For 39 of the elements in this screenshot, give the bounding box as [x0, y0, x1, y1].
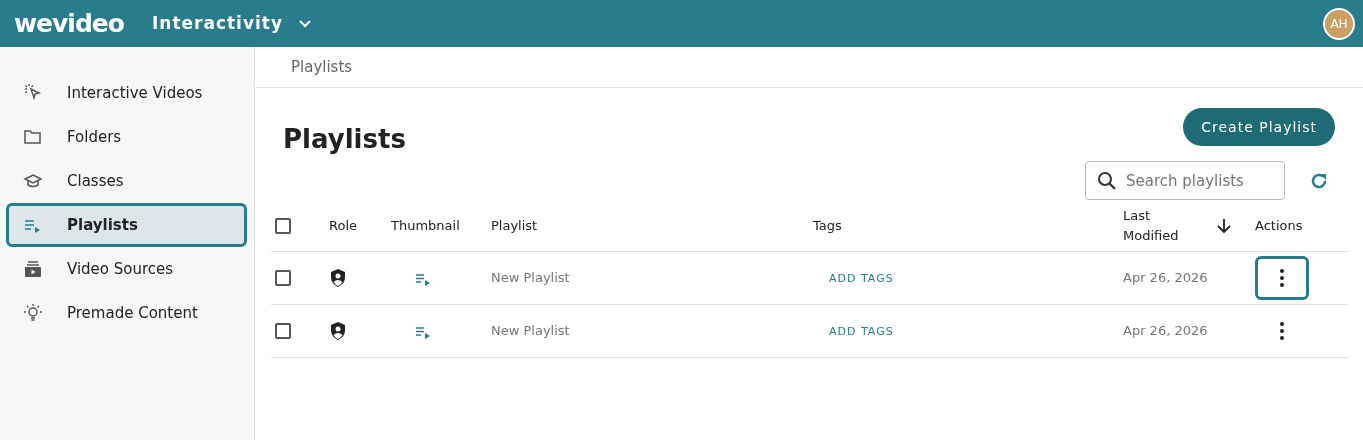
tags-header: Tags: [813, 217, 842, 233]
date-text: Apr 26, 2026: [1123, 270, 1208, 286]
playlist-header: Playlist: [491, 217, 538, 233]
sidebar-item[interactable]: Video Sources: [6, 247, 247, 291]
more-icon: [1280, 269, 1284, 288]
folder-icon: [23, 127, 43, 147]
sort-arrow-icon[interactable]: [1217, 217, 1231, 234]
page-title: Playlists: [283, 124, 406, 156]
sidebar-item[interactable]: Interactive Videos: [6, 71, 247, 115]
playlist-name[interactable]: New Playlist: [491, 270, 570, 286]
app-switcher[interactable]: Interactivity: [145, 9, 318, 38]
more-icon: [1280, 322, 1284, 341]
logo[interactable]: wevideo: [8, 4, 130, 43]
last-modified-header[interactable]: Last Modified: [1123, 206, 1193, 246]
row-checkbox[interactable]: [275, 323, 291, 340]
create-playlist-button[interactable]: Create Playlist: [1183, 108, 1335, 146]
more-actions-button[interactable]: [1255, 256, 1309, 301]
sidebar-item[interactable]: Premade Content: [6, 291, 247, 335]
sidebar-item[interactable]: Classes: [6, 159, 247, 203]
search-field[interactable]: Search playlists: [1085, 161, 1285, 201]
actions-header: Actions: [1255, 217, 1303, 233]
video-stack-icon: [23, 259, 43, 279]
breadcrumb[interactable]: Playlists: [291, 55, 353, 79]
shield-user-icon: [329, 321, 347, 342]
add-tags-link[interactable]: ADD TAGS: [829, 324, 894, 341]
add-tags-link[interactable]: ADD TAGS: [829, 271, 894, 288]
playlist-icon: [415, 324, 431, 339]
lightbulb-icon: [23, 303, 43, 323]
select-all-checkbox[interactable]: [275, 217, 291, 234]
chevron-icon: [299, 19, 312, 28]
row-checkbox[interactable]: [275, 270, 291, 287]
thumbnail-header: Thumbnail: [391, 217, 460, 233]
playlist-name[interactable]: New Playlist: [491, 323, 570, 339]
sidebar-item[interactable]: Playlists: [6, 203, 247, 247]
date-text: Apr 26, 2026: [1123, 323, 1208, 339]
sidebar-item[interactable]: Folders: [6, 115, 247, 159]
playlist-icon: [415, 271, 431, 286]
shield-user-icon: [329, 268, 347, 289]
role-header: Role: [329, 217, 357, 233]
